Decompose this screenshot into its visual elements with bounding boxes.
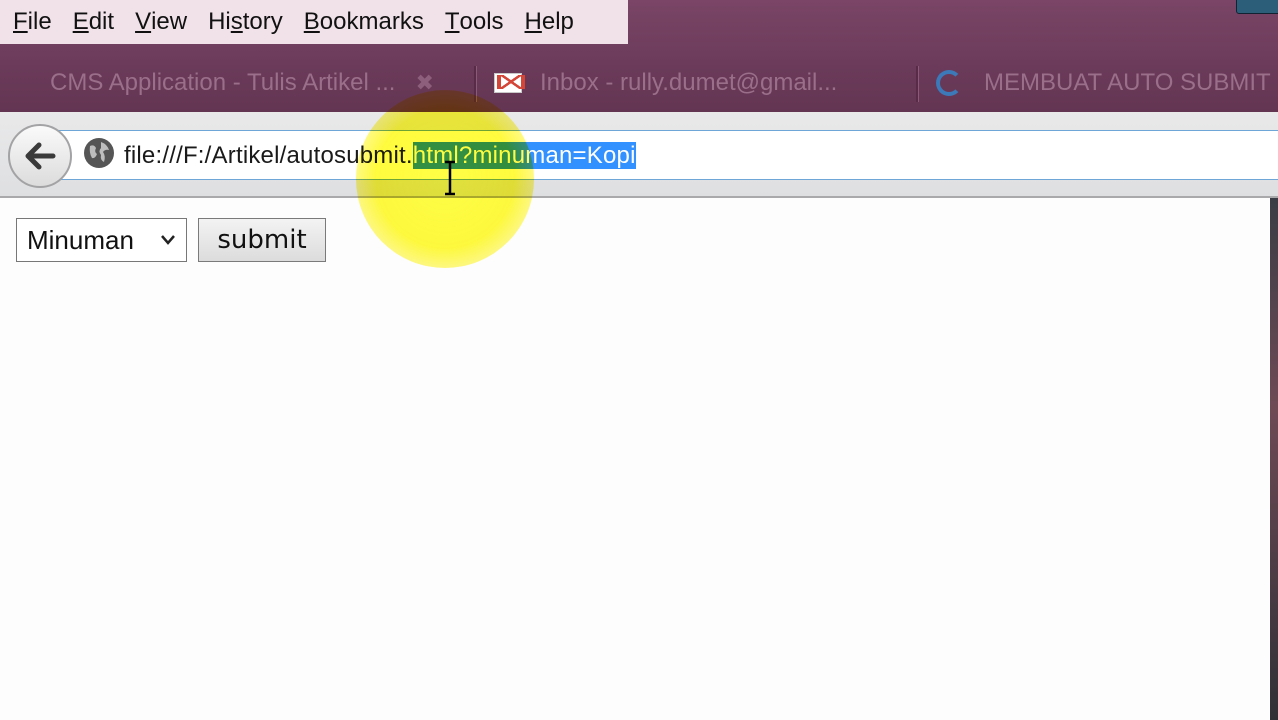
- tab-divider: [916, 66, 919, 102]
- select-value: Minuman: [27, 224, 134, 255]
- window-control[interactable]: [1236, 0, 1278, 14]
- menu-file[interactable]: File: [4, 8, 64, 36]
- tab-inbox[interactable]: Inbox - rully.dumet@gmail...: [494, 58, 914, 108]
- chevron-down-icon: [161, 235, 175, 245]
- tab-title: CMS Application - Tulis Artikel ...: [50, 69, 396, 96]
- menu-bookmarks[interactable]: Bookmarks: [295, 8, 436, 36]
- menu-tools[interactable]: Tools: [436, 8, 516, 36]
- tab-strip: CMS Application - Tulis Artikel ... ✖ In…: [0, 58, 1278, 110]
- text-cursor-icon: [445, 160, 455, 196]
- tab-membuat-auto-submit[interactable]: MEMBUAT AUTO SUBMIT: [936, 58, 1278, 108]
- tab-divider: [474, 66, 477, 102]
- page-content: Minuman submit: [0, 198, 1270, 720]
- tab-close-icon[interactable]: ✖: [415, 70, 433, 96]
- site-favicon-icon: [936, 70, 962, 96]
- tab-title: MEMBUAT AUTO SUBMIT: [984, 69, 1271, 96]
- menu-bar: File Edit View Hi s tory Bookmarks Tools H…: [0, 0, 628, 44]
- url-unselected-text: file:///F:/Artikel/autosubmit.: [124, 142, 413, 169]
- minuman-select[interactable]: Minuman: [16, 218, 187, 262]
- tab-title: Inbox - rully.dumet@gmail...: [540, 69, 838, 96]
- tab-cms-application[interactable]: CMS Application - Tulis Artikel ... ✖: [50, 58, 470, 108]
- window-edge: [1270, 198, 1278, 720]
- menu-view[interactable]: View: [126, 8, 199, 36]
- navigation-bar: file:///F:/Artikel/autosubmit.html?minum…: [0, 112, 1278, 198]
- back-button[interactable]: [8, 124, 72, 188]
- menu-help[interactable]: Help: [516, 8, 586, 36]
- gmail-icon: [494, 73, 525, 93]
- back-arrow-icon: [25, 142, 56, 170]
- menu-edit[interactable]: Edit: [64, 8, 126, 36]
- menu-history[interactable]: Hi s tory: [199, 8, 295, 36]
- submit-button[interactable]: submit: [198, 218, 326, 262]
- browser-chrome: File Edit View Hi s tory Bookmarks Tools H…: [0, 0, 1278, 112]
- globe-icon: [84, 138, 114, 168]
- url-text[interactable]: file:///F:/Artikel/autosubmit.html?minum…: [124, 142, 636, 170]
